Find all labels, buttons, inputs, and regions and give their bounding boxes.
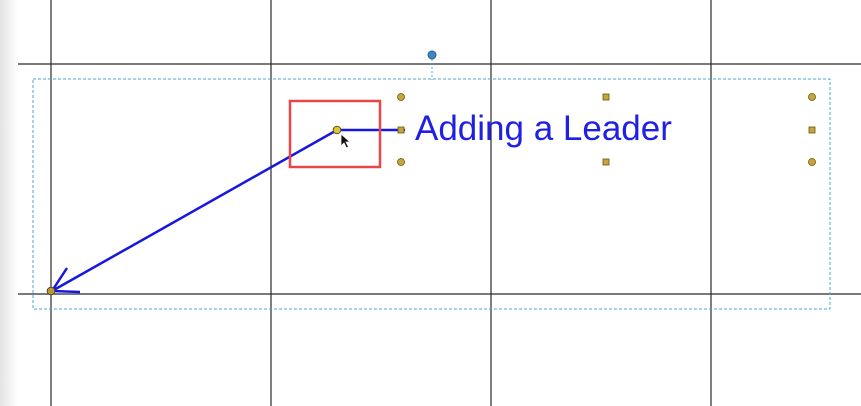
annotation-text[interactable]: Adding a Leader xyxy=(415,107,672,151)
resize-handle-top-right[interactable] xyxy=(808,93,816,101)
resize-handle-top-left[interactable] xyxy=(397,93,405,101)
canvas-drawing xyxy=(18,0,861,406)
resize-handle-bottom-middle[interactable] xyxy=(602,158,610,166)
leader-end-handle[interactable] xyxy=(46,286,56,296)
leader-line[interactable] xyxy=(49,128,405,294)
leader-diagonal-segment[interactable] xyxy=(51,128,338,293)
rotation-handle-icon[interactable] xyxy=(427,50,437,60)
table-grid xyxy=(18,0,861,406)
highlight-box xyxy=(288,99,382,169)
drawing-canvas[interactable]: Adding a Leader xyxy=(0,0,861,406)
resize-handle-bottom-left[interactable] xyxy=(397,158,405,166)
resize-handle-bottom-right[interactable] xyxy=(808,158,816,166)
resize-handle-middle-left[interactable] xyxy=(397,126,405,134)
leader-start-handle[interactable] xyxy=(332,125,342,135)
resize-handle-middle-right[interactable] xyxy=(808,126,816,134)
resize-handle-top-middle[interactable] xyxy=(602,93,610,101)
mouse-pointer-icon xyxy=(340,133,352,149)
